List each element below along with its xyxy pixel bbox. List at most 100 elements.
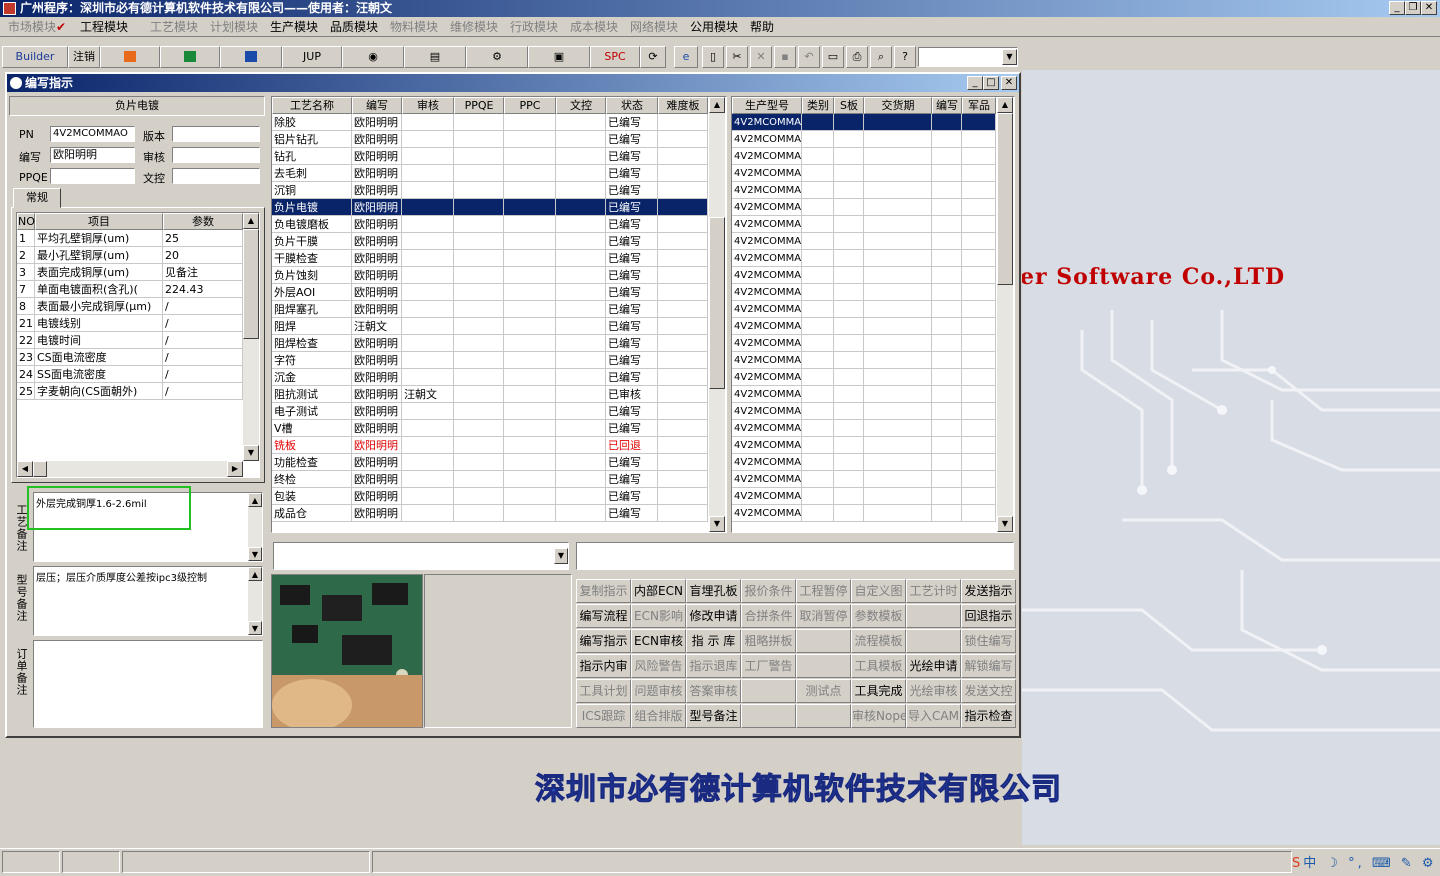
print-icon[interactable]: ⎙	[846, 46, 868, 68]
process-combo[interactable]: ▼	[273, 542, 569, 570]
action-button-1-7[interactable]: 回退指示	[961, 604, 1016, 628]
process-row[interactable]: 去毛刺 欧阳明明 已编写	[272, 165, 708, 182]
printer-icon[interactable]: ▣	[528, 46, 590, 68]
action-button-4-3[interactable]	[741, 679, 796, 703]
undo-icon[interactable]: ↶	[798, 46, 820, 68]
menu-7[interactable]: 维修模块	[446, 17, 502, 37]
process-row[interactable]: 阻抗测试 欧阳明明 汪朝文 已审核	[272, 386, 708, 403]
model-row[interactable]: 4V2MCOMMAO	[732, 335, 996, 352]
param-row[interactable]: 24 SS面电流密度 /	[17, 366, 243, 383]
process-header-0[interactable]: 工艺名称	[272, 97, 352, 114]
param-row[interactable]: 8 表面最小完成铜厚(μm) /	[17, 298, 243, 315]
tab-general[interactable]: 常规	[13, 188, 61, 208]
model-row[interactable]: 4V2MCOMMAO	[732, 471, 996, 488]
action-button-5-3[interactable]	[741, 704, 796, 728]
param-row[interactable]: 25 字麦朝向(CS面朝外) /	[17, 383, 243, 400]
action-button-4-4[interactable]: 测试点	[796, 679, 851, 703]
model-row[interactable]: 4V2MCOMMAO	[732, 420, 996, 437]
process-row[interactable]: 外层AOI 欧阳明明 已编写	[272, 284, 708, 301]
action-button-3-5[interactable]: 工具模板	[851, 654, 906, 678]
action-button-3-3[interactable]: 工厂警告	[741, 654, 796, 678]
ppt-icon[interactable]	[100, 46, 160, 68]
process-header-5[interactable]: 文控	[556, 97, 606, 114]
action-button-0-7[interactable]: 发送指示	[961, 579, 1016, 603]
process-header-4[interactable]: PPC	[504, 97, 556, 114]
action-button-5-0[interactable]: ICS跟踪	[576, 704, 631, 728]
process-row[interactable]: 铣板 欧阳明明 已回退	[272, 437, 708, 454]
model-row[interactable]: 4V2MCOMMAO	[732, 216, 996, 233]
param-row[interactable]: 7 单面电镀面积(含孔)(224.43	[17, 281, 243, 298]
model-header-5[interactable]: 军品	[962, 97, 996, 114]
ie-icon[interactable]: e	[674, 46, 698, 68]
help-icon[interactable]: ?	[894, 46, 916, 68]
menu-10[interactable]: 网络模块	[626, 17, 682, 37]
action-button-0-4[interactable]: 工程暂停	[796, 579, 851, 603]
action-button-4-0[interactable]: 工具计划	[576, 679, 631, 703]
word-icon[interactable]	[220, 46, 282, 68]
minimize-icon[interactable]: _	[1389, 1, 1405, 15]
action-button-3-7[interactable]: 解锁编写	[961, 654, 1016, 678]
menu-1[interactable]: ✔ 工程模块	[56, 17, 132, 37]
process-row[interactable]: 沉金 欧阳明明 已编写	[272, 369, 708, 386]
action-button-5-7[interactable]: 指示检查	[961, 704, 1016, 728]
model-row[interactable]: 4V2MCOMMAO	[732, 114, 996, 131]
process-row[interactable]: 钻孔 欧阳明明 已编写	[272, 148, 708, 165]
model-row[interactable]: 4V2MCOMMAO	[732, 437, 996, 454]
menu-12[interactable]: 帮助	[746, 17, 778, 37]
menu-3[interactable]: 计划模块	[206, 17, 262, 37]
model-row[interactable]: 4V2MCOMMAO	[732, 131, 996, 148]
action-button-1-5[interactable]: 参数模板	[851, 604, 906, 628]
model-row[interactable]: 4V2MCOMMAO	[732, 233, 996, 250]
model-header-3[interactable]: 交货期	[864, 97, 932, 114]
ppqe-field[interactable]	[50, 168, 135, 184]
menu-11[interactable]: 公用模块	[686, 17, 742, 37]
process-header-7[interactable]: 难度板	[658, 97, 708, 114]
model-row[interactable]: 4V2MCOMMAO	[732, 318, 996, 335]
process-row[interactable]: 阻焊 汪朝文 已编写	[272, 318, 708, 335]
action-button-0-5[interactable]: 自定义图	[851, 579, 906, 603]
child-minimize-icon[interactable]: _	[967, 76, 983, 90]
action-button-5-4[interactable]	[796, 704, 851, 728]
params-hscroll[interactable]: ◀ ▶	[17, 461, 243, 477]
menu-9[interactable]: 成本模块	[566, 17, 622, 37]
jup-button[interactable]: JUP	[282, 46, 342, 68]
cut-icon[interactable]: ✂	[726, 46, 748, 68]
database-icon[interactable]: ▤	[404, 46, 466, 68]
restore-icon[interactable]: ❐	[1405, 1, 1421, 15]
process-header-6[interactable]: 状态	[606, 97, 658, 114]
model-header-2[interactable]: S板	[834, 97, 864, 114]
model-row[interactable]: 4V2MCOMMAO	[732, 250, 996, 267]
action-button-0-1[interactable]: 内部ECN	[631, 579, 686, 603]
action-button-4-5[interactable]: 工具完成	[851, 679, 906, 703]
tools-icon[interactable]: ⚙	[466, 46, 528, 68]
process-row[interactable]: 除胶 欧阳明明 已编写	[272, 114, 708, 131]
review-field[interactable]	[172, 147, 260, 163]
action-button-4-6[interactable]: 光绘审核	[906, 679, 961, 703]
process-header-1[interactable]: 编写	[352, 97, 402, 114]
action-button-3-6[interactable]: 光绘申请	[906, 654, 961, 678]
order-remark-field[interactable]	[33, 640, 263, 728]
menu-2[interactable]: 工艺模块	[146, 17, 202, 37]
process-remark-field[interactable]: 外层完成铜厚1.6-2.6mil ▲ ▼	[33, 492, 263, 562]
save-icon[interactable]: ▪	[774, 46, 796, 68]
param-row[interactable]: 21 电镀线别 /	[17, 315, 243, 332]
toolbar-combo[interactable]: ▼	[918, 47, 1018, 67]
menu-8[interactable]: 行政模块	[506, 17, 562, 37]
menu-4[interactable]: 生产模块	[266, 17, 322, 37]
process-row[interactable]: 电子测试 欧阳明明 已编写	[272, 403, 708, 420]
process-row[interactable]: 功能检查 欧阳明明 已编写	[272, 454, 708, 471]
action-button-4-2[interactable]: 答案审核	[686, 679, 741, 703]
doc-field[interactable]	[172, 168, 260, 184]
model-row[interactable]: 4V2MCOMMAO	[732, 505, 996, 522]
model-header-0[interactable]: 生产型号	[732, 97, 802, 114]
param-row[interactable]: 23 CS面电流密度 /	[17, 349, 243, 366]
find-icon[interactable]: ⌕	[870, 46, 892, 68]
menu-0[interactable]: 市场模块	[4, 17, 60, 37]
action-button-1-1[interactable]: ECN影响	[631, 604, 686, 628]
action-button-1-6[interactable]	[906, 604, 961, 628]
action-button-1-2[interactable]: 修改申请	[686, 604, 741, 628]
action-button-1-4[interactable]: 取消暂停	[796, 604, 851, 628]
model-row[interactable]: 4V2MCOMMAO	[732, 403, 996, 420]
action-button-4-7[interactable]: 发送文控	[961, 679, 1016, 703]
preview-icon[interactable]: ▭	[822, 46, 844, 68]
